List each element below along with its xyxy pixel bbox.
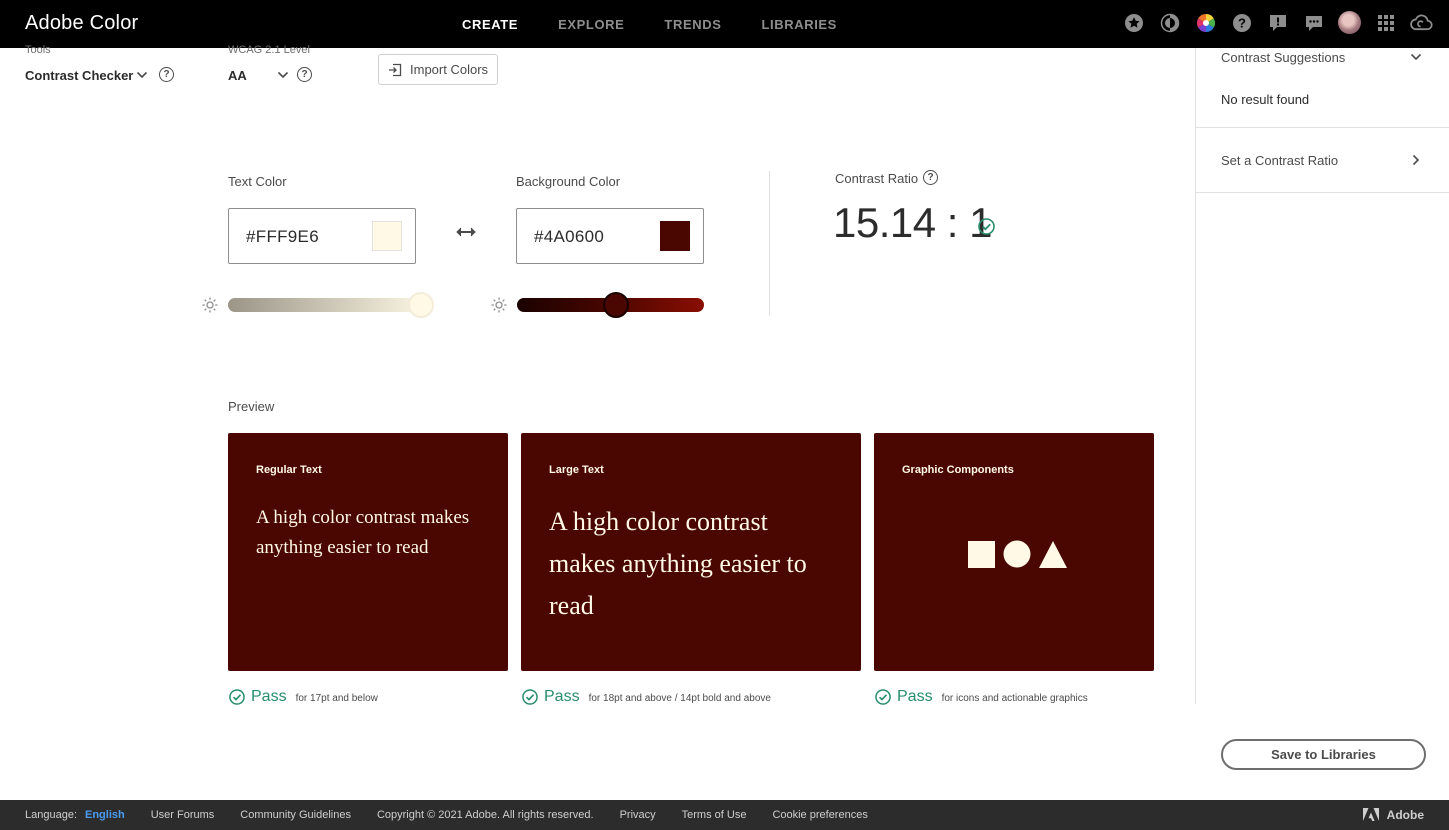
import-icon (389, 63, 402, 76)
check-circle-icon (875, 689, 891, 705)
copyright-text: Copyright © 2021 Adobe. All rights reser… (376, 809, 594, 821)
text-brightness-slider[interactable] (228, 298, 434, 312)
preview-card-large: Large Text A high color contrast makes a… (521, 433, 861, 671)
tools-label: Tools (25, 44, 51, 56)
panel-divider (1196, 192, 1449, 193)
text-color-swatch[interactable] (372, 221, 402, 251)
text-color-field[interactable]: #FFF9E6 (228, 208, 416, 264)
card-title: Regular Text (256, 464, 322, 476)
card-title: Large Text (549, 464, 604, 476)
footer-link-privacy[interactable]: Privacy (620, 809, 656, 821)
pass-status: Pass (544, 688, 580, 705)
adobe-logo-icon (1362, 808, 1379, 821)
wcag-level-select[interactable]: AA (228, 68, 247, 83)
background-brightness-thumb[interactable] (603, 292, 629, 318)
check-circle-icon (978, 218, 995, 235)
set-contrast-ratio-item[interactable]: Set a Contrast Ratio (1221, 153, 1338, 168)
wcag-label: WCAG 2.1 Level (228, 44, 310, 56)
swap-colors-icon[interactable] (455, 224, 477, 240)
text-brightness-thumb[interactable] (408, 292, 434, 318)
footer-link-community-guidelines[interactable]: Community Guidelines (240, 809, 351, 821)
panel-divider (1196, 127, 1449, 128)
pass-graphic: Pass for icons and actionable graphics (875, 688, 1088, 706)
no-result-text: No result found (1221, 92, 1310, 107)
contrast-help-icon[interactable]: ? (923, 170, 938, 185)
wcag-help-icon[interactable]: ? (297, 67, 312, 82)
background-color-field[interactable]: #4A0600 (516, 208, 704, 264)
nav-libraries[interactable]: LIBRARIES (761, 17, 836, 32)
side-panel: Contrast Suggestions No result found Set… (1195, 48, 1449, 704)
footer-brand-name: Adobe (1386, 808, 1424, 822)
background-color-swatch[interactable] (660, 221, 690, 251)
chat-icon[interactable] (1302, 11, 1325, 34)
brightness-icon (202, 297, 218, 313)
check-circle-icon (522, 689, 538, 705)
avatar-image (1338, 11, 1361, 34)
main-nav: CREATE EXPLORE TRENDS LIBRARIES (462, 17, 837, 32)
chevron-down-icon[interactable] (277, 70, 289, 80)
import-colors-button[interactable]: Import Colors (378, 54, 498, 85)
vertical-divider (769, 171, 770, 316)
creative-cloud-icon[interactable] (1410, 11, 1433, 34)
preview-card-regular: Regular Text A high color contrast makes… (228, 433, 508, 671)
pass-status: Pass (251, 688, 287, 705)
preview-card-graphic: Graphic Components (874, 433, 1154, 671)
card-sample-text: A high color contrast makes anything eas… (256, 507, 470, 558)
language-label: Language: (25, 809, 77, 821)
pass-note: for icons and actionable graphics (941, 693, 1088, 704)
footer-brand: Adobe (1362, 808, 1424, 822)
footer-link-terms[interactable]: Terms of Use (682, 809, 747, 821)
footer: Language: English User Forums Community … (0, 800, 1449, 830)
import-colors-label: Import Colors (410, 62, 489, 77)
card-sample-text: A high color contrast makes anything eas… (549, 507, 807, 620)
language-select[interactable]: English (85, 809, 125, 821)
contrast-suggestions-header[interactable]: Contrast Suggestions (1221, 50, 1345, 65)
feedback-icon[interactable] (1266, 11, 1289, 34)
tools-select[interactable]: Contrast Checker (25, 68, 133, 83)
color-blind-icon[interactable] (1158, 11, 1181, 34)
nav-trends[interactable]: TRENDS (664, 17, 721, 32)
color-wheel-icon[interactable] (1194, 11, 1217, 34)
pass-status: Pass (897, 688, 933, 705)
text-color-hex[interactable]: #FFF9E6 (246, 227, 319, 247)
app-title[interactable]: Adobe Color (25, 12, 138, 35)
preview-label: Preview (228, 399, 275, 414)
text-color-label: Text Color (228, 174, 287, 189)
graphic-shapes (968, 540, 1067, 568)
circle-shape-icon (1003, 540, 1031, 568)
triangle-shape-icon (1039, 540, 1067, 568)
pass-note: for 18pt and above / 14pt bold and above (588, 693, 771, 704)
pass-note: for 17pt and below (295, 693, 378, 704)
square-shape-icon (968, 540, 995, 568)
pass-large: Pass for 18pt and above / 14pt bold and … (522, 688, 771, 706)
card-title: Graphic Components (902, 464, 1014, 476)
header-icons: ? (1122, 11, 1433, 34)
top-navigation-bar: Adobe Color CREATE EXPLORE TRENDS LIBRAR… (0, 0, 1449, 48)
brightness-icon (491, 297, 507, 313)
chevron-down-icon[interactable] (136, 70, 148, 80)
save-to-libraries-button[interactable]: Save to Libraries (1221, 739, 1426, 770)
background-color-hex[interactable]: #4A0600 (534, 227, 604, 247)
nav-create[interactable]: CREATE (462, 17, 518, 32)
nav-explore[interactable]: EXPLORE (558, 17, 624, 32)
help-icon[interactable]: ? (1230, 11, 1253, 34)
footer-link-user-forums[interactable]: User Forums (151, 809, 215, 821)
avatar[interactable] (1338, 11, 1361, 34)
chevron-down-icon[interactable] (1410, 52, 1422, 62)
check-circle-icon (229, 689, 245, 705)
background-color-label: Background Color (516, 174, 621, 189)
svg-text:?: ? (1238, 15, 1246, 30)
star-icon[interactable] (1122, 11, 1145, 34)
contrast-ratio-label: Contrast Ratio (835, 171, 919, 186)
contrast-ratio-value: 15.14 : 1 (833, 199, 992, 246)
chevron-right-icon[interactable] (1411, 154, 1421, 166)
tools-help-icon[interactable]: ? (159, 67, 174, 82)
footer-link-cookies[interactable]: Cookie preferences (772, 809, 867, 821)
apps-grid-icon[interactable] (1374, 11, 1397, 34)
pass-regular: Pass for 17pt and below (229, 688, 378, 706)
